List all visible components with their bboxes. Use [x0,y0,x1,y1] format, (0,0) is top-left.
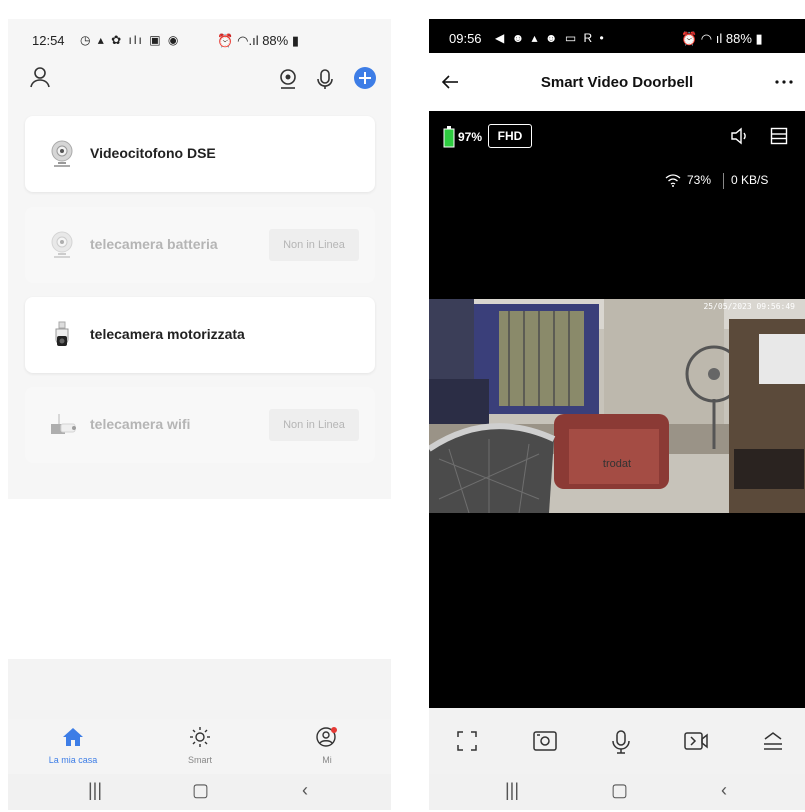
device-card-telecamera-wifi[interactable]: telecamera wifi Non in Linea [25,387,375,463]
tab-mi[interactable]: Mi [282,727,372,765]
wifi-camera-icon [47,410,77,440]
microphone-icon[interactable] [313,67,337,91]
live-video-feed[interactable]: trodat 25/05/2023 09:56:49 [429,299,805,513]
camera-target-icon[interactable] [276,67,300,91]
layout-icon[interactable] [769,126,789,146]
tab-label: Smart [187,755,212,765]
system-nav-bar: ||| ▢ ‹ [8,774,391,810]
battery-camera-icon [47,230,77,260]
wifi-icon [664,172,682,188]
fullscreen-icon[interactable] [455,729,481,755]
speaker-icon[interactable] [729,126,749,146]
tab-smart[interactable]: Smart [155,727,245,765]
tab-la-mia-casa[interactable]: La mia casa [28,727,118,765]
page-title: Smart Video Doorbell [540,74,694,91]
home-button-icon[interactable]: ▢ [611,780,628,801]
sun-icon [190,727,210,747]
right-phone-screen: 09:56 ◀ ☻ ▴ ☻ ▭ R • ⏰ ◠ ıl 88% ▮ Smart V… [429,19,805,810]
playback-controls [429,708,805,774]
tab-label: Mi [322,755,332,765]
svg-text:trodat: trodat [603,458,631,470]
add-device-icon[interactable] [353,66,377,90]
status-battery: ⏰ ◠.ıl 88% ▮ [217,33,299,48]
status-battery: ⏰ ◠ ıl 88% ▮ [681,31,763,46]
record-icon[interactable] [683,729,709,755]
status-time: 09:56 [449,31,482,46]
data-speed: 0 KB/S [731,173,769,187]
device-name: Videocitofono DSE [90,145,216,161]
device-name: telecamera wifi [90,416,191,432]
tab-label: La mia casa [48,755,98,765]
header: Smart Video Doorbell [429,53,805,111]
recent-apps-icon[interactable]: ||| [505,780,519,801]
device-name: telecamera batteria [90,236,218,252]
ptz-camera-icon [47,320,77,350]
status-bar: 12:54 ◷ ▴ ✿ ılı ▣ ◉ ⏰ ◠.ıl 88% ▮ [8,19,391,59]
device-name: telecamera motorizzata [90,326,245,342]
quality-button[interactable]: FHD [488,124,532,148]
notification-icons: ◀ ☻ ▴ ☻ ▭ R • [495,31,606,45]
microphone-icon[interactable] [609,729,635,755]
more-options-icon[interactable] [771,71,797,93]
divider [723,173,724,189]
wifi-signal: 73% [687,173,712,187]
top-toolbar [8,59,391,103]
more-up-icon[interactable] [761,729,787,755]
user-icon[interactable] [28,65,52,89]
battery-percent: 97% [458,130,483,144]
battery-level-icon [442,126,456,148]
back-icon[interactable]: ‹ [721,780,727,801]
bottom-tab-bar: La mia casa Smart Mi [8,719,391,774]
device-card-telecamera-motorizzata[interactable]: telecamera motorizzata [25,297,375,373]
device-card-telecamera-batteria[interactable]: telecamera batteria Non in Linea [25,207,375,283]
home-button-icon[interactable]: ▢ [192,780,209,801]
system-nav-bar: ||| ▢ ‹ [429,774,805,810]
status-time: 12:54 [32,33,65,48]
doorbell-camera-icon [47,139,77,169]
video-timestamp: 25/05/2023 09:56:49 [703,302,795,311]
home-icon [63,728,83,746]
back-icon[interactable]: ‹ [302,780,308,801]
status-bar: 09:56 ◀ ☻ ▴ ☻ ▭ R • ⏰ ◠ ıl 88% ▮ [429,19,805,53]
notification-icons: ◷ ▴ ✿ ılı ▣ ◉ [80,33,181,47]
left-phone-screen: 12:54 ◷ ▴ ✿ ılı ▣ ◉ ⏰ ◠.ıl 88% ▮ Videoci… [8,19,391,810]
offline-badge: Non in Linea [269,229,359,261]
recent-apps-icon[interactable]: ||| [88,780,102,801]
offline-badge: Non in Linea [269,409,359,441]
device-card-videocitofono[interactable]: Videocitofono DSE [25,116,375,192]
profile-icon [316,727,337,747]
screenshot-icon[interactable] [532,729,558,755]
